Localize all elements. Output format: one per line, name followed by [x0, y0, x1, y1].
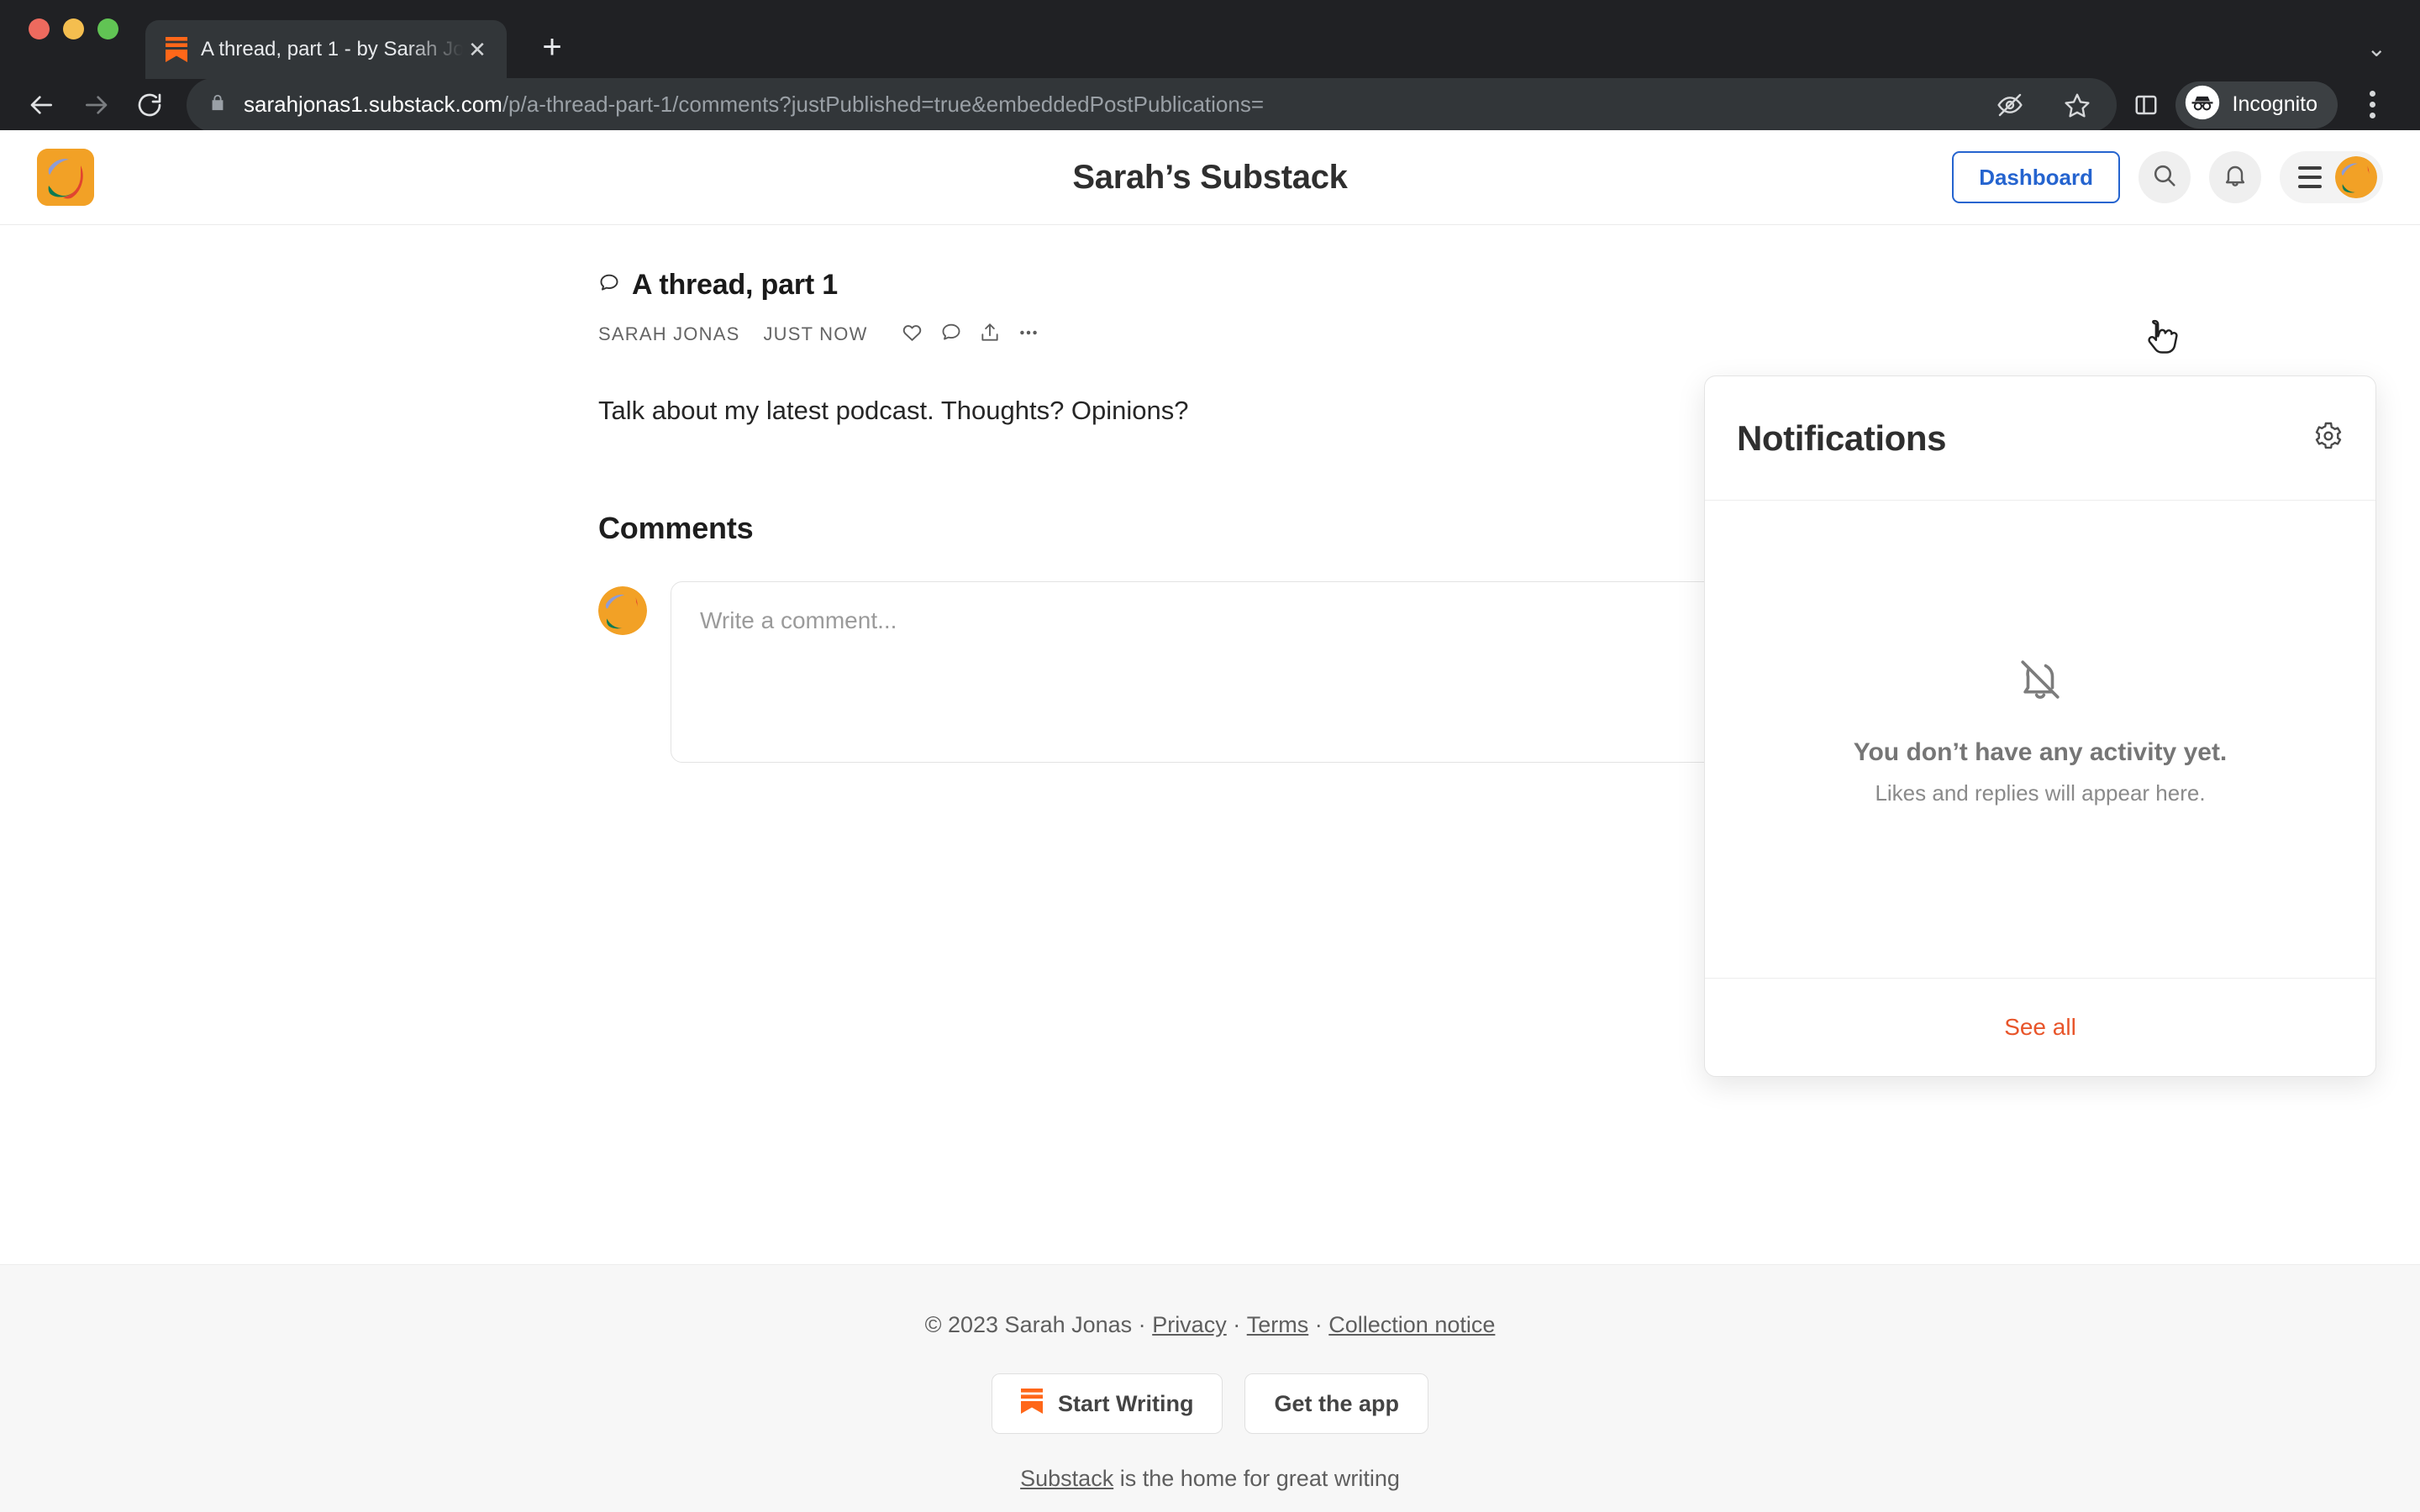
start-writing-button[interactable]: Start Writing	[991, 1373, 1223, 1434]
browser-window: A thread, part 1 - by Sarah Jon ✕ + ⌄ sa	[0, 0, 2420, 1512]
comment-composer: Write a comment...	[598, 580, 1716, 763]
more-options-button[interactable]	[1009, 315, 1048, 354]
hamburger-menu-icon	[2298, 166, 2322, 188]
publication-logo[interactable]	[37, 149, 94, 206]
eye-off-icon[interactable]	[1987, 82, 2033, 128]
composer-avatar	[598, 585, 647, 635]
substack-link[interactable]: Substack	[1020, 1466, 1113, 1491]
heart-icon	[901, 321, 923, 348]
get-the-app-button[interactable]: Get the app	[1244, 1373, 1428, 1434]
notifications-empty-state: You don’t have any activity yet. Likes a…	[1705, 501, 2375, 978]
thread-content: A thread, part 1 SARAH JONAS JUST NOW Ta…	[598, 225, 1716, 763]
notification-settings-button[interactable]	[2313, 421, 2344, 455]
footer-tagline: Substack is the home for great writing	[1020, 1466, 1400, 1492]
comments-heading: Comments	[598, 510, 754, 545]
notifications-button[interactable]	[2209, 151, 2261, 203]
notifications-panel: Notifications You don’t have any activit…	[1704, 375, 2376, 1077]
get-the-app-label: Get the app	[1274, 1390, 1399, 1416]
search-icon	[2151, 162, 2178, 193]
empty-state-subtitle: Likes and replies will appear here.	[1875, 780, 2206, 806]
lock-icon	[208, 92, 227, 118]
thread-title: A thread, part 1	[632, 269, 838, 301]
search-button[interactable]	[2139, 151, 2191, 203]
privacy-link[interactable]: Privacy	[1152, 1312, 1227, 1337]
see-all-notifications-button[interactable]: See all	[1705, 978, 2375, 1076]
url-path: /p/a-thread-part-1/comments?justPublishe…	[502, 92, 1265, 117]
terms-link[interactable]: Terms	[1247, 1312, 1309, 1337]
share-icon	[979, 322, 1001, 348]
post-timestamp: JUST NOW	[763, 323, 868, 344]
comment-input[interactable]: Write a comment...	[671, 580, 1716, 763]
copyright-text: © 2023 Sarah Jonas	[924, 1312, 1133, 1337]
close-tab-button[interactable]: ✕	[463, 39, 492, 60]
close-window-button[interactable]	[29, 18, 50, 39]
separator-3: ·	[1314, 1312, 1323, 1337]
bell-icon	[2222, 162, 2249, 193]
comment-bubble-icon	[598, 272, 620, 298]
footer-buttons: Start Writing Get the app	[991, 1373, 1428, 1434]
comment-icon	[940, 322, 962, 348]
notifications-header: Notifications	[1705, 376, 2375, 501]
like-button[interactable]	[893, 315, 932, 354]
substack-mark-icon	[1020, 1388, 1043, 1420]
url-text: sarahjonas1.substack.com/p/a-thread-part…	[244, 92, 1974, 118]
comment-button[interactable]	[932, 315, 971, 354]
window-controls	[29, 0, 118, 79]
side-panel-icon[interactable]	[2123, 82, 2169, 128]
share-button[interactable]	[971, 315, 1009, 354]
minimize-window-button[interactable]	[63, 18, 84, 39]
ellipsis-icon	[1017, 321, 1040, 349]
incognito-profile-button[interactable]: Incognito	[2175, 81, 2338, 129]
byline: SARAH JONAS JUST NOW	[598, 315, 1716, 354]
incognito-label: Incognito	[2232, 92, 2317, 116]
author-name[interactable]: SARAH JONAS	[598, 323, 739, 345]
new-tab-button[interactable]: +	[529, 25, 576, 72]
omnibox-actions	[1987, 82, 2100, 128]
substack-favicon-icon	[166, 37, 187, 62]
thread-header: A thread, part 1	[598, 269, 1716, 302]
collection-notice-link[interactable]: Collection notice	[1328, 1312, 1495, 1337]
url-host: sarahjonas1.substack.com	[244, 92, 502, 117]
browser-toolbar: sarahjonas1.substack.com/p/a-thread-part…	[0, 77, 2420, 132]
separator-1: ·	[1138, 1312, 1146, 1337]
tab-search-chevron-down-icon[interactable]: ⌄	[2367, 34, 2386, 62]
header-actions: Dashboard	[1952, 151, 2383, 203]
star-icon[interactable]	[2054, 82, 2100, 128]
gear-icon	[2313, 421, 2344, 455]
back-icon[interactable]	[15, 78, 69, 132]
kebab-menu-icon[interactable]	[2349, 81, 2395, 129]
reload-icon[interactable]	[123, 78, 176, 132]
start-writing-label: Start Writing	[1057, 1390, 1194, 1416]
browser-chrome: A thread, part 1 - by Sarah Jon ✕ + ⌄ sa	[0, 0, 2420, 132]
mouse-cursor-pointer-icon	[2143, 318, 2180, 362]
bell-off-icon	[2016, 655, 2065, 708]
tab-title: A thread, part 1 - by Sarah Jon	[201, 38, 463, 60]
user-menu-button[interactable]	[2280, 151, 2383, 203]
address-bar[interactable]: sarahjonas1.substack.com/p/a-thread-part…	[187, 77, 2117, 132]
post-body: Talk about my latest podcast. Thoughts? …	[598, 396, 1189, 425]
site-footer: © 2023 Sarah Jonas · Privacy · Terms · C…	[0, 1264, 2420, 1512]
forward-icon[interactable]	[69, 78, 123, 132]
avatar	[2335, 156, 2377, 198]
maximize-window-button[interactable]	[97, 18, 118, 39]
separator-2: ·	[1233, 1312, 1241, 1337]
copyright-line: © 2023 Sarah Jonas · Privacy · Terms · C…	[925, 1312, 1496, 1338]
tab-strip: A thread, part 1 - by Sarah Jon ✕ + ⌄	[0, 0, 2420, 79]
tagline-rest: is the home for great writing	[1113, 1466, 1400, 1491]
browser-tab[interactable]: A thread, part 1 - by Sarah Jon ✕	[145, 20, 507, 79]
dashboard-button[interactable]: Dashboard	[1952, 151, 2120, 203]
empty-state-title: You don’t have any activity yet.	[1853, 738, 2228, 766]
incognito-icon	[2184, 84, 2221, 125]
see-all-label: See all	[2004, 1014, 2076, 1040]
notifications-title: Notifications	[1737, 417, 1947, 458]
site-header: Sarah’s Substack Dashboard	[0, 130, 2420, 225]
page-content: Sarah’s Substack Dashboard A thread, par…	[0, 130, 2420, 1512]
